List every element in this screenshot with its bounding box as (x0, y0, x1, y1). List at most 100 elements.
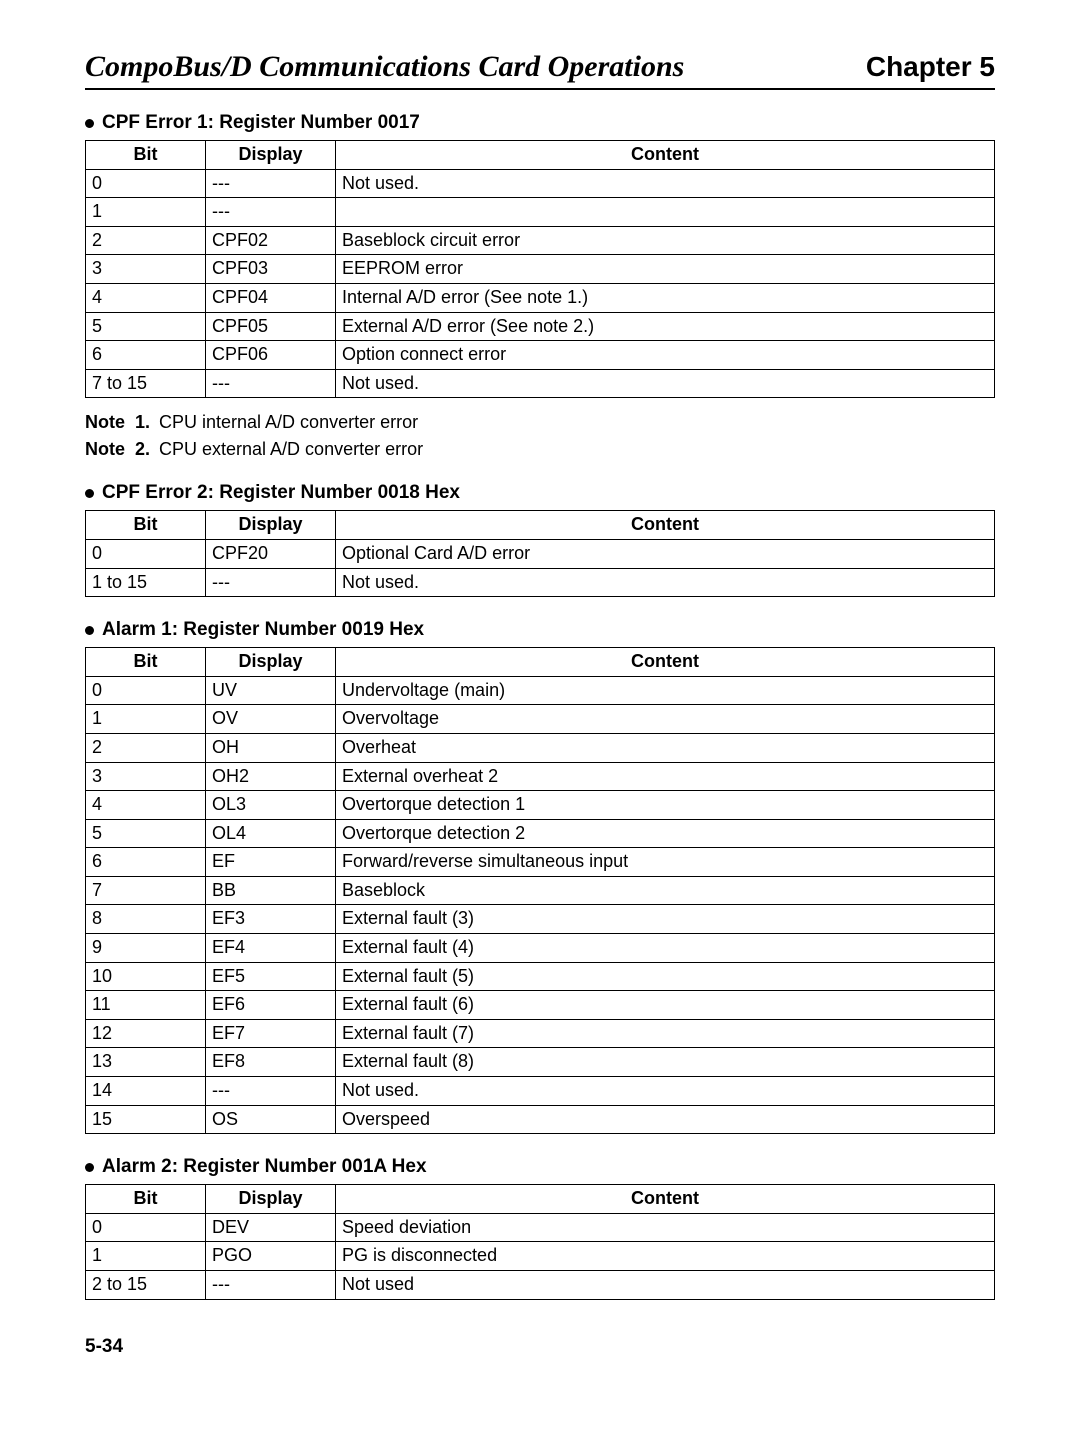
table-row: 2CPF02Baseblock circuit error (86, 226, 995, 255)
table-row: 3OH2External overheat 2 (86, 762, 995, 791)
data-table: BitDisplayContent0---Not used.1---2CPF02… (85, 140, 995, 398)
section: CPF Error 1: Register Number 0017 BitDisp… (85, 112, 995, 460)
table-cell-content: Overtorque detection 2 (336, 819, 995, 848)
header-chapter: Chapter 5 (866, 51, 995, 83)
sections-container: CPF Error 1: Register Number 0017BitDisp… (85, 112, 995, 1300)
table-cell-bit: 7 (86, 876, 206, 905)
table-cell-display: CPF06 (206, 341, 336, 370)
table-cell-display: CPF02 (206, 226, 336, 255)
note-row: Note2.CPU external A/D converter error (85, 439, 995, 460)
table-cell-bit: 0 (86, 539, 206, 568)
table-cell-content: External fault (3) (336, 905, 995, 934)
table-header-cell: Bit (86, 1185, 206, 1214)
table-header-cell: Content (336, 648, 995, 677)
table-header-cell: Display (206, 511, 336, 540)
table-cell-bit: 14 (86, 1077, 206, 1106)
table-cell-content: Baseblock circuit error (336, 226, 995, 255)
table-cell-display: OH (206, 733, 336, 762)
table-cell-bit: 1 (86, 198, 206, 227)
table-cell-display: --- (206, 568, 336, 597)
table-header-row: BitDisplayContent (86, 141, 995, 170)
table-row: 0---Not used. (86, 169, 995, 198)
table-row: 6CPF06Option connect error (86, 341, 995, 370)
table-row: 14---Not used. (86, 1077, 995, 1106)
data-table: BitDisplayContent0CPF20Optional Card A/D… (85, 510, 995, 597)
table-cell-display: --- (206, 198, 336, 227)
table-cell-content: External fault (8) (336, 1048, 995, 1077)
table-cell-display: PGO (206, 1242, 336, 1271)
table-cell-display: CPF03 (206, 255, 336, 284)
table-cell-display: CPF05 (206, 312, 336, 341)
table-cell-display: OL3 (206, 791, 336, 820)
table-row: 4CPF04Internal A/D error (See note 1.) (86, 283, 995, 312)
table-row: 12EF7External fault (7) (86, 1019, 995, 1048)
data-table: BitDisplayContent0DEVSpeed deviation1PGO… (85, 1184, 995, 1299)
bullet-icon (85, 626, 94, 635)
bullet-icon (85, 1163, 94, 1172)
table-cell-content: EEPROM error (336, 255, 995, 284)
note-text: CPU internal A/D converter error (159, 412, 418, 432)
table-cell-content: External fault (6) (336, 991, 995, 1020)
table-cell-bit: 4 (86, 283, 206, 312)
table-cell-bit: 1 to 15 (86, 568, 206, 597)
table-cell-content: PG is disconnected (336, 1242, 995, 1271)
section-heading: Alarm 1: Register Number 0019 Hex (85, 619, 995, 641)
table-cell-bit: 2 (86, 226, 206, 255)
table-cell-display: OS (206, 1105, 336, 1134)
table-cell-content: External A/D error (See note 2.) (336, 312, 995, 341)
note-label: Note (85, 412, 135, 433)
table-header-cell: Bit (86, 648, 206, 677)
table-header-row: BitDisplayContent (86, 648, 995, 677)
table-row: 7 to 15---Not used. (86, 369, 995, 398)
table-cell-display: OV (206, 705, 336, 734)
table-row: 1 to 15---Not used. (86, 568, 995, 597)
table-row: 1--- (86, 198, 995, 227)
table-cell-display: --- (206, 1077, 336, 1106)
table-cell-content: Overheat (336, 733, 995, 762)
section-heading-text: Alarm 1: Register Number 0019 Hex (102, 619, 424, 641)
table-row: 6EFForward/reverse simultaneous input (86, 848, 995, 877)
note-number: 1. (135, 412, 159, 433)
section-heading: CPF Error 1: Register Number 0017 (85, 112, 995, 134)
table-cell-content: Internal A/D error (See note 1.) (336, 283, 995, 312)
table-cell-display: CPF20 (206, 539, 336, 568)
table-header-cell: Bit (86, 511, 206, 540)
note-label: Note (85, 439, 135, 460)
table-cell-display: EF8 (206, 1048, 336, 1077)
table-header-cell: Content (336, 1185, 995, 1214)
table-row: 5OL4Overtorque detection 2 (86, 819, 995, 848)
table-cell-bit: 11 (86, 991, 206, 1020)
table-cell-bit: 1 (86, 705, 206, 734)
table-row: 11EF6External fault (6) (86, 991, 995, 1020)
table-cell-bit: 6 (86, 341, 206, 370)
table-cell-bit: 2 (86, 733, 206, 762)
table-cell-content: Speed deviation (336, 1213, 995, 1242)
table-cell-bit: 12 (86, 1019, 206, 1048)
bullet-icon (85, 489, 94, 498)
table-header-cell: Display (206, 141, 336, 170)
table-cell-content: External fault (5) (336, 962, 995, 991)
table-cell-bit: 1 (86, 1242, 206, 1271)
table-cell-content: Undervoltage (main) (336, 676, 995, 705)
table-cell-display: CPF04 (206, 283, 336, 312)
note-text: CPU external A/D converter error (159, 439, 423, 459)
section: CPF Error 2: Register Number 0018 Hex Bit… (85, 482, 995, 597)
section-heading-text: CPF Error 2: Register Number 0018 Hex (102, 482, 460, 504)
header-title: CompoBus/D Communications Card Operation… (85, 50, 684, 84)
page: CompoBus/D Communications Card Operation… (0, 0, 1080, 1398)
table-row: 0DEVSpeed deviation (86, 1213, 995, 1242)
table-cell-bit: 9 (86, 934, 206, 963)
table-cell-bit: 6 (86, 848, 206, 877)
bullet-icon (85, 119, 94, 128)
table-cell-content: Not used. (336, 369, 995, 398)
table-cell-content: Overspeed (336, 1105, 995, 1134)
table-row: 5CPF05External A/D error (See note 2.) (86, 312, 995, 341)
section-heading: CPF Error 2: Register Number 0018 Hex (85, 482, 995, 504)
section-heading-text: CPF Error 1: Register Number 0017 (102, 112, 420, 134)
table-cell-bit: 10 (86, 962, 206, 991)
table-cell-bit: 5 (86, 312, 206, 341)
table-cell-display: EF3 (206, 905, 336, 934)
table-row: 7BBBaseblock (86, 876, 995, 905)
table-cell-content: Overtorque detection 1 (336, 791, 995, 820)
table-cell-display: --- (206, 1271, 336, 1300)
